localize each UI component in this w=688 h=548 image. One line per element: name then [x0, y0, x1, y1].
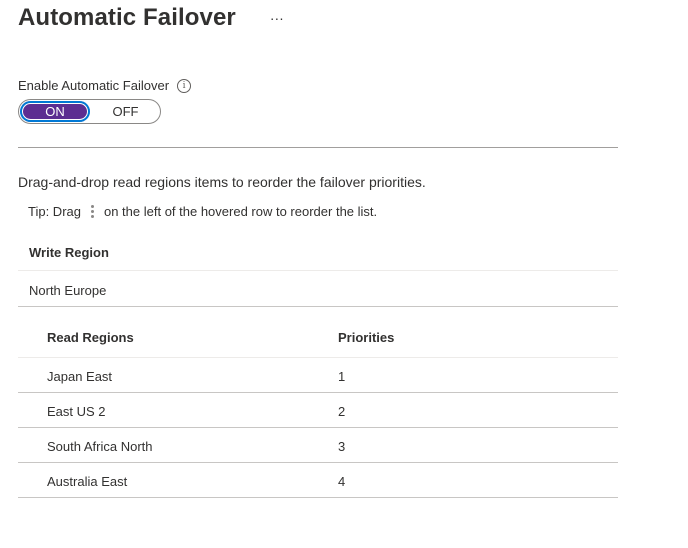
write-region-value: North Europe: [29, 283, 107, 298]
reorder-tip: Tip: Drag on the left of the hovered row…: [28, 204, 377, 219]
table-row[interactable]: Japan East 1: [18, 358, 618, 393]
read-regions-header-row: Read Regions Priorities: [18, 321, 618, 358]
column-header-priorities: Priorities: [338, 330, 395, 345]
tip-prefix: Tip: Drag: [28, 204, 81, 219]
page-title: Automatic Failover: [18, 4, 236, 31]
reorder-description: Drag-and-drop read regions items to reor…: [18, 174, 426, 190]
read-regions-table: Read Regions Priorities Japan East 1 Eas…: [18, 321, 618, 498]
read-region-priority: 1: [338, 369, 346, 384]
drag-handle-icon: [90, 205, 94, 218]
read-region-priority: 2: [338, 404, 346, 419]
read-region-name: Australia East: [47, 474, 128, 489]
info-icon[interactable]: i: [177, 78, 192, 93]
read-region-name: Japan East: [47, 369, 113, 384]
write-region-row: North Europe: [18, 271, 618, 307]
write-region-header: Write Region: [18, 236, 618, 271]
section-divider: [18, 147, 618, 148]
more-options-button[interactable]: ···: [266, 8, 288, 28]
page-header: Automatic Failover ···: [18, 4, 288, 32]
column-header-read-regions: Read Regions: [47, 330, 134, 345]
failover-toggle[interactable]: ON OFF: [18, 99, 161, 124]
write-region-header-label: Write Region: [29, 245, 109, 260]
table-row[interactable]: South Africa North 3: [18, 428, 618, 463]
failover-toggle-label: Enable Automatic Failover i: [18, 78, 192, 93]
tip-suffix: on the left of the hovered row to reorde…: [103, 204, 378, 219]
table-row[interactable]: Australia East 4: [18, 463, 618, 498]
read-region-priority: 4: [338, 474, 346, 489]
toggle-off-option[interactable]: OFF: [91, 100, 160, 123]
read-region-name: East US 2: [47, 404, 106, 419]
table-row[interactable]: East US 2 2: [18, 393, 618, 428]
read-region-name: South Africa North: [47, 439, 153, 454]
toggle-on-option[interactable]: ON: [20, 101, 90, 122]
failover-toggle-label-text: Enable Automatic Failover: [18, 78, 170, 93]
read-region-priority: 3: [338, 439, 346, 454]
